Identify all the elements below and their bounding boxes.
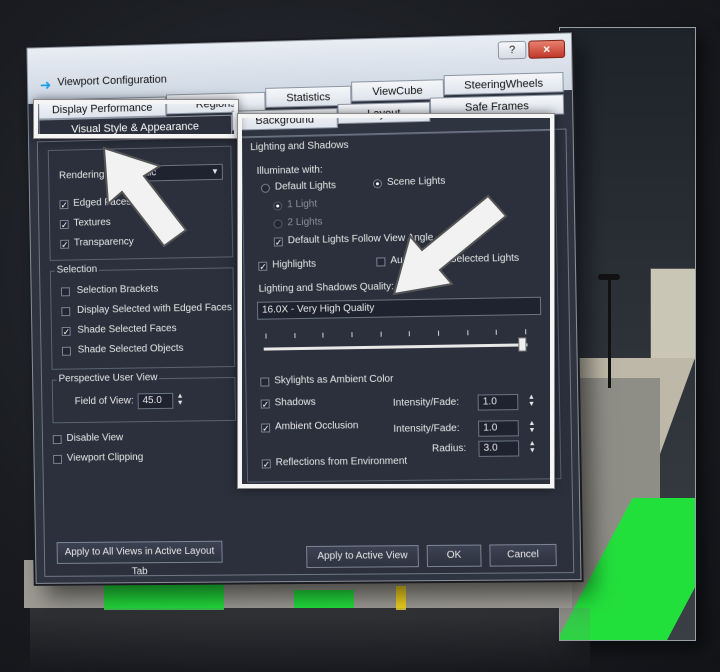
arrow-down-left-icon bbox=[392, 194, 508, 296]
screenshot-stage: ➜ Viewport Configuration ? × Display Per… bbox=[0, 0, 720, 672]
annotation-arrows bbox=[102, 146, 508, 296]
arrow-up-left-icon bbox=[102, 146, 188, 248]
